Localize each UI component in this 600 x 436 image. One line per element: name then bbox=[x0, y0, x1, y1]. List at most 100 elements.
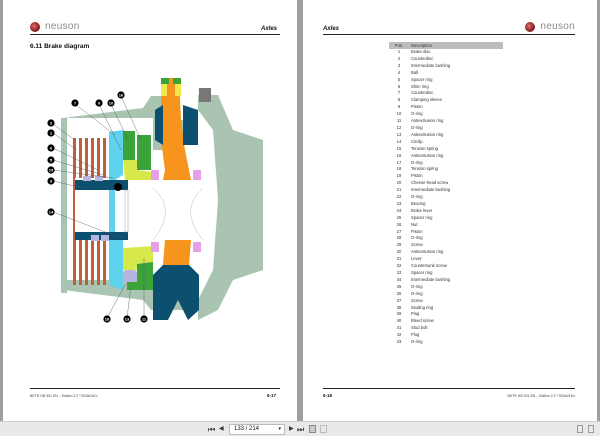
pos-cell: 33 bbox=[396, 270, 402, 275]
pos-cell: 8 bbox=[397, 97, 401, 103]
pos-cell: 14 bbox=[396, 138, 402, 144]
description-cell: Piston bbox=[411, 104, 423, 110]
pos-cell: 16 bbox=[396, 152, 402, 158]
description-cell: Screw bbox=[411, 242, 423, 248]
description-cell: Piston bbox=[411, 173, 423, 179]
svg-text:16: 16 bbox=[119, 93, 124, 98]
pos-cell: 37 bbox=[396, 297, 402, 303]
bookmark-icon[interactable] bbox=[588, 425, 594, 433]
footer-text: BETR HB 301 EN – Edition 2.2 * 503a01En bbox=[507, 394, 575, 398]
chevron-down-icon[interactable]: ▾ bbox=[278, 425, 281, 434]
callout-16: 16 bbox=[117, 91, 125, 99]
description-cell: Stud bolt bbox=[411, 325, 428, 331]
callout-10: 10 bbox=[107, 99, 115, 107]
pos-cell: 21 bbox=[396, 187, 402, 193]
footer-rule bbox=[323, 388, 575, 389]
previous-page-button[interactable]: ◀ bbox=[219, 424, 224, 435]
first-page-button[interactable]: ⏮ bbox=[208, 424, 215, 435]
pos-cell: 6 bbox=[397, 83, 401, 89]
callout-3: 3 bbox=[47, 177, 55, 185]
description-cell: Countersunk screw bbox=[411, 263, 447, 269]
callout-5: 5 bbox=[47, 156, 55, 164]
description-cell: Lever bbox=[411, 256, 422, 262]
table-row: 9 Piston bbox=[389, 104, 503, 111]
table-row: 1 Brake disc bbox=[389, 49, 503, 56]
callout-11: 11 bbox=[140, 315, 148, 323]
pos-cell: 25 bbox=[396, 214, 402, 220]
table-row: 3 Intermediate bushing bbox=[389, 63, 503, 70]
table-row: 39 Plug bbox=[389, 311, 503, 318]
callout-1: 1 bbox=[47, 129, 55, 137]
description-cell: Antiextrusion ring bbox=[411, 249, 444, 255]
pos-cell: 2 bbox=[397, 55, 401, 61]
description-cell: O-ring bbox=[411, 159, 423, 165]
single-page-icon[interactable] bbox=[577, 425, 583, 433]
pos-cell: 38 bbox=[396, 304, 402, 310]
copy-icon[interactable] bbox=[309, 425, 316, 433]
table-row: 25 Spacer ring bbox=[389, 215, 503, 222]
description-cell: Antiextrusion ring bbox=[411, 131, 444, 137]
pos-cell: 18 bbox=[396, 166, 402, 172]
brand-logo: neuson bbox=[525, 21, 575, 32]
table-row: 32 Countersunk screw bbox=[389, 263, 503, 270]
table-row: 22 O-ring bbox=[389, 194, 503, 201]
table-row: 15 Tension spring bbox=[389, 146, 503, 153]
pos-cell: 9 bbox=[397, 104, 401, 110]
page-number: 6-17 bbox=[266, 393, 276, 398]
table-row: 11 Antiextrusion ring bbox=[389, 118, 503, 125]
description-cell: Tension spring bbox=[411, 166, 439, 172]
description-cell: Antiextrusion ring bbox=[411, 118, 444, 124]
callout-2: 2 bbox=[47, 119, 55, 127]
table-row: 18 Tension spring bbox=[389, 166, 503, 173]
pos-cell: 17 bbox=[396, 159, 402, 165]
description-cell: Intermediate bushing bbox=[411, 187, 451, 193]
callout-9: 9 bbox=[95, 99, 103, 107]
table-row: 5 Spacer ring bbox=[389, 77, 503, 84]
ball bbox=[114, 183, 122, 191]
table-row: 6 Shim ring bbox=[389, 84, 503, 91]
description-cell: Brake lever bbox=[411, 207, 433, 213]
next-page-button[interactable]: ▶ bbox=[289, 424, 294, 435]
table-row: 34 Intermediate bushing bbox=[389, 277, 503, 284]
table-row: 29 Screw bbox=[389, 242, 503, 249]
callout-18: 18 bbox=[103, 315, 111, 323]
table-row: 40 Bleed screw bbox=[389, 318, 503, 325]
pos-cell: 39 bbox=[396, 311, 402, 317]
callout-7: 7 bbox=[71, 99, 79, 107]
svg-text:10: 10 bbox=[109, 101, 114, 106]
pos-cell: 36 bbox=[396, 290, 402, 296]
fit-page-icon[interactable] bbox=[320, 425, 327, 433]
callout-15: 15 bbox=[47, 166, 55, 174]
description-cell: Spacer ring bbox=[411, 270, 433, 275]
table-row: 23 Bearing bbox=[389, 201, 503, 208]
description-cell: Counterdisc bbox=[411, 90, 434, 96]
table-row: 31 Lever bbox=[389, 256, 503, 263]
page-header: Axles bbox=[323, 26, 340, 32]
table-row: 19 Piston bbox=[389, 173, 503, 180]
pos-cell: 30 bbox=[396, 249, 402, 255]
pos-cell: 40 bbox=[396, 318, 402, 324]
table-row: 10 O-ring bbox=[389, 111, 503, 118]
table-row: 21 Intermediate bushing bbox=[389, 187, 503, 194]
pos-cell: 28 bbox=[396, 235, 402, 241]
description-cell: Screw bbox=[411, 297, 423, 303]
description-cell: O-ring bbox=[411, 235, 423, 241]
description-cell: Counterdisc bbox=[411, 55, 434, 61]
description-cell: Brake disc bbox=[411, 49, 431, 54]
table-row: 4 Ball bbox=[389, 70, 503, 77]
description-cell: Sealing ring bbox=[411, 304, 434, 310]
logo-icon bbox=[525, 21, 536, 32]
last-page-button[interactable]: ⏭ bbox=[297, 424, 304, 435]
description-cell: Spacer ring bbox=[411, 76, 433, 82]
description-cell: Antiextrusion ring bbox=[411, 152, 444, 158]
description-cell: Intermediate bushing bbox=[411, 62, 451, 68]
table-row: 8 Clamping sleeve bbox=[389, 97, 503, 104]
table-row: 33 Spacer ring bbox=[389, 270, 503, 277]
table-row: 38 Sealing ring bbox=[389, 305, 503, 312]
table-row: 2 Counterdisc bbox=[389, 56, 503, 63]
table-row: 28 O-ring bbox=[389, 235, 503, 242]
page-number-input[interactable]: 133 / 214 ▾ bbox=[229, 424, 285, 435]
description-cell: Shim ring bbox=[411, 83, 429, 89]
description-cell: Spacer ring bbox=[411, 214, 433, 220]
table-row: 26 Nut bbox=[389, 222, 503, 229]
